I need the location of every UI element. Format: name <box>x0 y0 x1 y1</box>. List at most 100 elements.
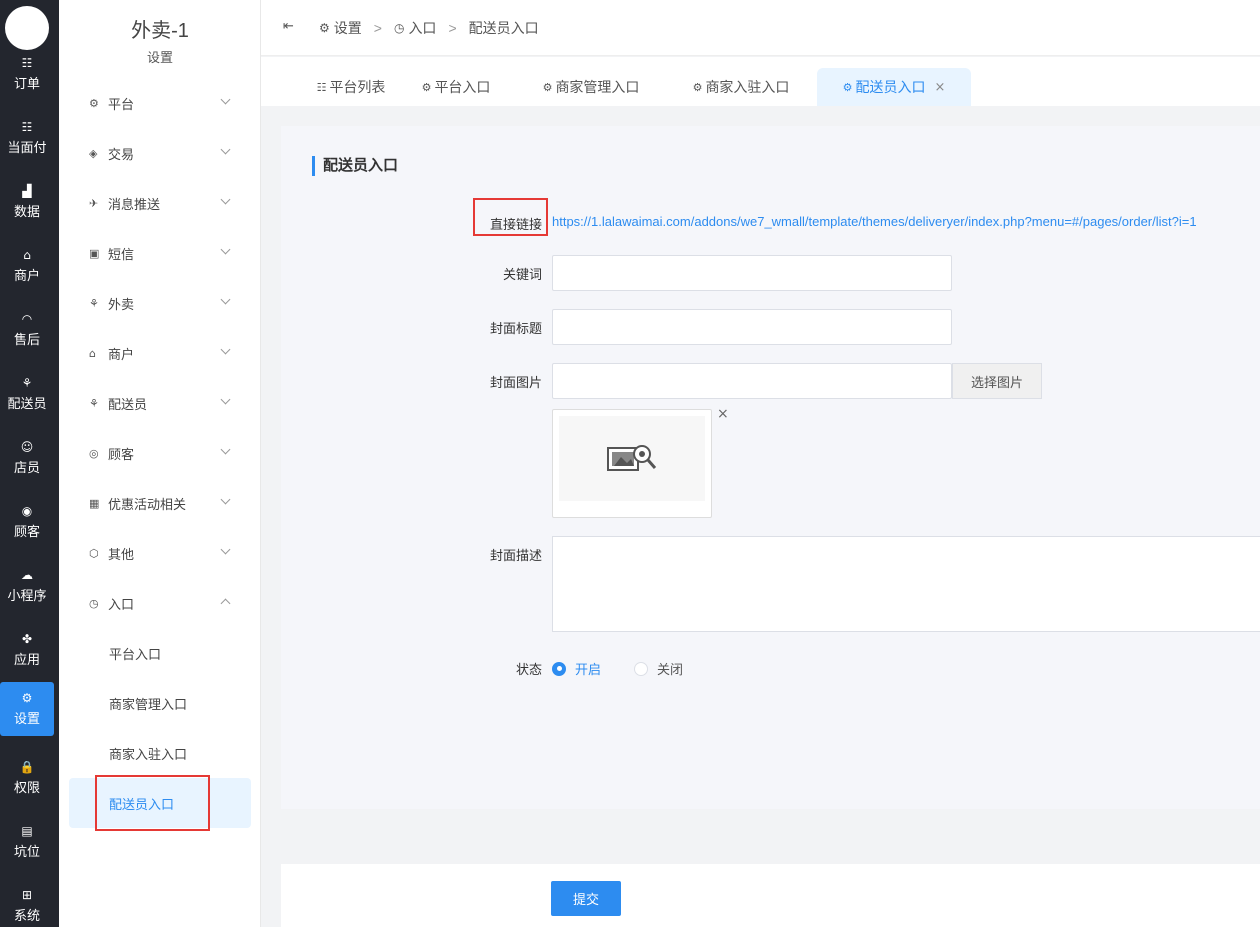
sidebar-menu-item[interactable]: ▦ 优惠活动相关 <box>69 478 251 528</box>
sidebar-menu-label: 外卖 <box>108 296 135 312</box>
rail-item[interactable]: ☷ 订单 <box>0 47 54 101</box>
rail-item[interactable]: 🔒 权限 <box>0 751 54 805</box>
secondary-sidebar: 外卖-1 设置 ⚙ 平台 ◈ 交易 ✈ 消息推送 ▣ 短信 ⚘ 外卖 ⌂ 商户 ⚘ 配送员 ◎ 顾客 ▦ 优惠活动… <box>59 0 261 927</box>
rail-item-label: 应用 <box>13 652 40 667</box>
chevron-down-icon <box>220 294 231 305</box>
rail-item[interactable]: ⌂ 商户 <box>0 239 54 293</box>
sidebar-menu-item[interactable]: ⌂ 商户 <box>69 328 251 378</box>
rail-item-label: 订单 <box>13 76 40 91</box>
store-icon: ⌂ <box>23 248 31 262</box>
sidebar-menu-label: 交易 <box>108 146 135 162</box>
chevron-down-icon <box>220 494 231 505</box>
sidebar-menu-label: 优惠活动相关 <box>108 496 187 512</box>
wechat-icon: ☁ <box>21 568 33 582</box>
sidebar-menu-label: 其他 <box>108 546 135 562</box>
tab-bar: ☷ 平台列表 ⚙ 平台入口 ⚙ 商家管理入口 ⚙ 商家入驻入口 ⚙ 配送员入口 × <box>261 57 1260 106</box>
rail-item[interactable]: ▟ 数据 <box>0 175 54 229</box>
sidebar-subitem[interactable]: 配送员入口 <box>69 778 251 828</box>
tab-deliveryer-entry[interactable]: ⚙ 配送员入口 × <box>817 68 971 106</box>
cover-title-input[interactable] <box>552 309 952 345</box>
close-icon[interactable]: × <box>934 80 945 95</box>
chevron-down-icon <box>220 544 231 555</box>
sidebar-menu-item[interactable]: ⚙ 平台 <box>69 78 251 128</box>
sidebar-menu-item[interactable]: ▣ 短信 <box>69 228 251 278</box>
list-icon: ☷ <box>316 80 327 94</box>
breadcrumb: ⚙ 设置 > ◷ 入口 > 配送员入口 <box>319 18 539 38</box>
rail-item[interactable]: ▤ 坑位 <box>0 815 54 869</box>
breadcrumb-item: 配送员入口 <box>469 18 539 38</box>
form-footer: 提交 <box>281 864 1260 927</box>
rail-item[interactable]: ✤ 应用 <box>0 623 54 677</box>
rail-item[interactable]: ⊞ 系统 <box>0 879 54 927</box>
tab-platform-entry[interactable]: ⚙ 平台入口 <box>411 68 501 106</box>
sidebar-menu-label: 配送员 <box>108 396 148 412</box>
cover-desc-textarea[interactable] <box>552 536 1260 632</box>
scooter-icon: ⚘ <box>89 296 99 310</box>
sidebar-menu-item[interactable]: ⚘ 外卖 <box>69 278 251 328</box>
store-icon: ⌂ <box>89 346 96 360</box>
tab-merchant-join-entry[interactable]: ⚙ 商家入驻入口 <box>681 68 801 106</box>
gear-icon: ⚙ <box>89 96 99 110</box>
form-card: 配送员入口 直接链接 https://1.lalawaimai.com/addo… <box>281 126 1260 809</box>
remove-image-icon[interactable]: × <box>717 406 729 422</box>
breadcrumb-item[interactable]: ⚙ 设置 <box>319 18 362 38</box>
keyword-input[interactable] <box>552 255 952 291</box>
rail-item-label: 顾客 <box>13 524 40 539</box>
radio-label: 开启 <box>575 662 602 677</box>
status-on-radio[interactable]: 开启 <box>552 659 601 678</box>
sidebar-menu-item[interactable]: ⬡ 其他 <box>69 528 251 578</box>
avatar[interactable] <box>5 6 49 50</box>
rail-item[interactable]: ☺ 店员 <box>0 431 54 485</box>
user-circle-icon: ◉ <box>21 504 33 518</box>
gift-icon: ▦ <box>89 496 100 510</box>
chevron-down-icon <box>220 394 231 405</box>
collapse-menu-icon[interactable]: ⇤ <box>283 19 294 34</box>
user-settings-icon: ⚙ <box>421 80 432 94</box>
rail-item[interactable]: ⚙ 设置 <box>0 682 54 736</box>
breadcrumb-separator: > <box>448 20 457 36</box>
chevron-down-icon <box>220 244 231 255</box>
rail-item[interactable]: ⚘ 配送员 <box>0 367 54 421</box>
primary-nav-rail: ☷ 订单 ☷ 当面付 ▟ 数据 ⌂ 商户 ◠ 售后 ⚘ 配送员 ☺ 店员 ◉ 顾客 ☁ 小程序 ✤ 应用 ⚙ 设置 🔒 权限 ▤… <box>0 0 59 927</box>
cover-image-input[interactable] <box>552 363 952 399</box>
rail-item-label: 当面付 <box>7 140 47 155</box>
pick-image-button[interactable]: 选择图片 <box>952 363 1042 399</box>
user-settings-icon: ⚙ <box>319 21 330 35</box>
rail-item[interactable]: ◠ 售后 <box>0 303 54 357</box>
rail-item[interactable]: ☷ 当面付 <box>0 111 54 165</box>
image-search-icon <box>607 444 657 471</box>
list-icon: ☷ <box>21 120 33 134</box>
tab-label: 平台列表 <box>329 79 386 95</box>
rail-item[interactable]: ◉ 顾客 <box>0 495 54 549</box>
headset-icon: ◠ <box>21 312 33 326</box>
rail-item-label: 售后 <box>13 332 40 347</box>
chevron-up-icon <box>220 598 231 609</box>
sidebar-menu-item[interactable]: ⚘ 配送员 <box>69 378 251 428</box>
scooter-icon: ⚘ <box>21 376 33 390</box>
sidebar-menu-item[interactable]: ◎ 顾客 <box>69 428 251 478</box>
sidebar-menu-label: 平台 <box>108 96 135 112</box>
section-title: 设置 <box>146 50 173 65</box>
user-settings-icon: ⚙ <box>21 691 33 705</box>
tab-platform-list[interactable]: ☷ 平台列表 <box>301 68 401 106</box>
chat-icon: ▣ <box>89 246 100 260</box>
chevron-down-icon <box>220 94 231 105</box>
tab-merchant-manage-entry[interactable]: ⚙ 商家管理入口 <box>531 68 651 106</box>
sidebar-menu-item[interactable]: ◈ 交易 <box>69 128 251 178</box>
users-icon: ☺ <box>20 440 34 454</box>
submit-button[interactable]: 提交 <box>551 881 621 916</box>
chevron-down-icon <box>220 194 231 205</box>
sidebar-subitem[interactable]: 商家入驻入口 <box>69 728 251 778</box>
status-off-radio[interactable]: 关闭 <box>634 659 683 678</box>
sidebar-subitem[interactable]: 商家管理入口 <box>69 678 251 728</box>
tab-label: 商家管理入口 <box>555 79 640 95</box>
direct-link[interactable]: https://1.lalawaimai.com/addons/we7_wmal… <box>552 214 1197 229</box>
breadcrumb-item[interactable]: ◷ 入口 <box>394 18 436 38</box>
rail-item-label: 商户 <box>13 268 40 283</box>
chevron-down-icon <box>220 144 231 155</box>
sidebar-menu-item[interactable]: ✈ 消息推送 <box>69 178 251 228</box>
sidebar-subitem[interactable]: 平台入口 <box>69 628 251 678</box>
sidebar-menu-label: 顾客 <box>108 446 135 462</box>
rail-item[interactable]: ☁ 小程序 <box>0 559 54 613</box>
sidebar-menu-item[interactable]: ◷ 入口 <box>69 578 251 628</box>
